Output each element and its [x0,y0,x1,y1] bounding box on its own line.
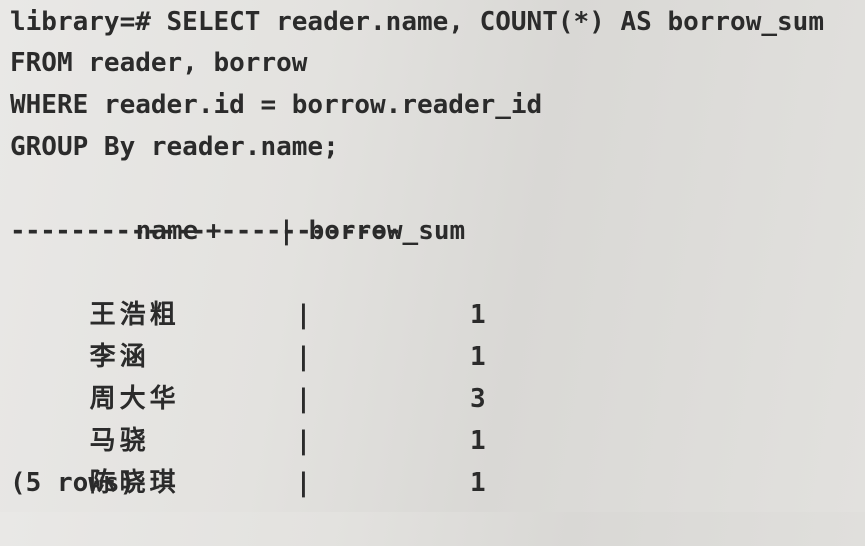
query-line-4: GROUP By reader.name; [10,132,339,162]
cell-name: 王浩粗 [89,300,180,330]
cell-borrow-sum: 1 [469,426,486,456]
column-separator: | [295,426,312,456]
cell-name: 周大华 [89,384,180,414]
query-line-2: FROM reader, borrow [10,48,308,78]
cell-borrow-sum: 3 [469,384,486,414]
cell-name: 李涵 [89,342,150,372]
table-row: 王浩粗 | 1 [10,252,865,330]
query-line-3: WHERE reader.id = borrow.reader_id [10,90,543,120]
column-separator: | [295,384,312,414]
column-separator: | [295,342,312,372]
query-line-1: library=# SELECT reader.name, COUNT(*) A… [10,7,824,37]
column-separator: | [295,300,312,330]
cell-borrow-sum: 1 [469,342,486,372]
cell-borrow-sum: 1 [469,300,486,330]
terminal-window[interactable]: library=# SELECT reader.name, COUNT(*) A… [0,0,865,512]
result-header-row: name | borrow_sum [10,168,865,246]
column-separator: | [295,468,312,498]
cell-borrow-sum: 1 [469,468,486,498]
cell-name: 马骁 [89,426,150,456]
